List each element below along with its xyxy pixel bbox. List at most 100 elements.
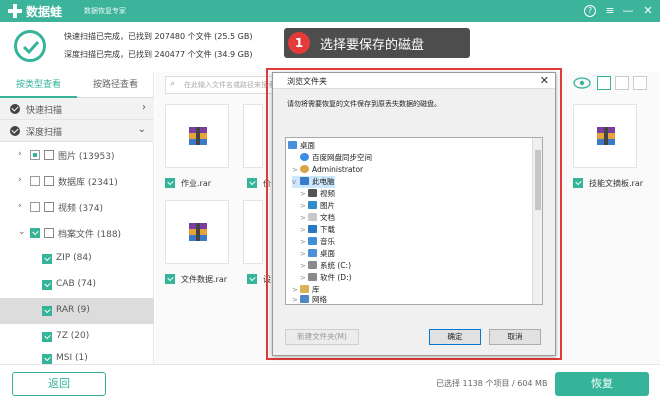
checkbox[interactable] [30, 176, 40, 186]
scrollbar-thumb[interactable] [535, 150, 541, 210]
checkbox[interactable] [247, 178, 257, 188]
chevron-down-icon: ⌄ [137, 124, 146, 135]
folder-tree[interactable]: 桌面 百度网盘同步空间 > Administrator v 此电脑 > 视频 > 图片 … [285, 137, 543, 305]
collapse-icon: v [292, 178, 297, 186]
file-name: 技能文摘板.rar [589, 179, 644, 188]
checkbox[interactable] [30, 228, 40, 238]
group-quick-scan-label: 快速扫描 [26, 106, 63, 116]
folder-node[interactable]: > 下载 [300, 224, 335, 236]
tree-item-msi[interactable]: MSI (1) [0, 346, 154, 364]
collapse-icon[interactable]: ⌄ [18, 227, 26, 237]
folder-node-this-pc[interactable]: v 此电脑 [292, 176, 335, 188]
tree-item-video[interactable]: › 视频 (374) [0, 194, 154, 220]
folder-node[interactable]: 桌面 [288, 140, 315, 152]
file-thumbnail[interactable] [573, 104, 637, 168]
file-thumbnail[interactable] [243, 104, 263, 168]
category-panel: 按类型查看 按路径查看 快速扫描 › 深度扫描 ⌄ › 图片 (13953) ›… [0, 72, 154, 364]
scan-complete-icon [14, 30, 46, 62]
expand-icon[interactable]: › [18, 175, 22, 185]
tree-item-cab[interactable]: CAB (74) [0, 272, 154, 298]
file-thumbnail[interactable] [165, 104, 229, 168]
checkbox[interactable] [573, 178, 583, 188]
checkbox[interactable] [30, 202, 40, 212]
checkbox[interactable] [42, 280, 52, 290]
user-icon [300, 165, 309, 173]
expand-icon[interactable]: › [18, 201, 22, 211]
search-placeholder: 在此输入文件名或路径来搜索 [184, 81, 275, 89]
checkbox[interactable] [42, 254, 52, 264]
music-icon [308, 237, 317, 245]
expand-icon: > [300, 274, 306, 282]
file-thumbnail[interactable] [243, 200, 263, 264]
tree-item-images[interactable]: › 图片 (13953) [0, 142, 154, 168]
detail-view-icon[interactable] [633, 76, 647, 90]
tree-item-label: 视频 (374) [58, 204, 104, 214]
checkbox[interactable] [30, 150, 40, 160]
new-folder-button[interactable]: 新建文件夹(M) [285, 329, 359, 345]
ok-button[interactable]: 确定 [429, 329, 481, 345]
checkbox[interactable] [247, 274, 257, 284]
folder-node[interactable]: > 文档 [300, 212, 335, 224]
cancel-button[interactable]: 取消 [489, 329, 541, 345]
folder-node[interactable]: > 音乐 [300, 236, 335, 248]
folder-node[interactable]: > 图片 [300, 200, 335, 212]
folder-icon [44, 228, 54, 238]
dialog-close-icon[interactable]: ✕ [540, 74, 549, 87]
tree-item-label: 数据库 (2341) [58, 178, 118, 188]
quick-scan-status: 快速扫描已完成，已找到 207480 个文件 (25.5 GB) [64, 32, 253, 41]
folder-node[interactable]: > Administrator [292, 164, 363, 176]
dialog-title: 浏览文件夹 [287, 77, 327, 86]
minimize-button[interactable]: — [620, 3, 636, 19]
checkbox[interactable] [165, 274, 175, 284]
group-quick-scan[interactable]: 快速扫描 › [0, 98, 154, 120]
expand-icon: > [300, 214, 306, 222]
step-tooltip: 1 选择要保存的磁盘 [284, 28, 470, 58]
file-name: 文件数据.rar [181, 275, 228, 284]
help-button[interactable]: ? [584, 5, 596, 17]
folder-icon [44, 176, 54, 186]
group-deep-scan-label: 深度扫描 [26, 128, 63, 138]
expand-icon: > [300, 250, 306, 258]
computer-icon [300, 177, 309, 185]
drive-icon [308, 261, 317, 269]
close-button[interactable]: ✕ [640, 3, 656, 19]
checkbox[interactable] [165, 178, 175, 188]
grid-view-icon[interactable] [597, 76, 611, 90]
folder-node[interactable]: 百度网盘同步空间 [300, 152, 372, 164]
group-deep-scan[interactable]: 深度扫描 ⌄ [0, 120, 154, 142]
back-button[interactable]: 返回 [12, 372, 106, 396]
expand-icon: > [300, 190, 306, 198]
list-view-icon[interactable] [615, 76, 629, 90]
library-icon [300, 285, 309, 293]
expand-icon: > [300, 226, 306, 234]
check-circle-icon [10, 126, 20, 136]
folder-node[interactable]: > 桌面 [300, 248, 335, 260]
expand-icon: > [292, 296, 298, 304]
tree-item-database[interactable]: › 数据库 (2341) [0, 168, 154, 194]
expand-icon[interactable]: › [18, 149, 22, 159]
tree-item-zip[interactable]: ZIP (84) [0, 246, 154, 272]
app-logo-icon [8, 4, 22, 18]
checkbox[interactable] [42, 306, 52, 316]
menu-button[interactable]: ≡ [602, 3, 618, 19]
title-bar: 数据蛙 数据恢复专家 ? ≡ — ✕ [0, 0, 660, 22]
folder-node[interactable]: > 网络 [292, 294, 327, 306]
tab-by-path[interactable]: 按路径查看 [77, 72, 154, 98]
folder-node[interactable]: > 系统 (C:) [300, 260, 351, 272]
tree-item-rar[interactable]: RAR (9) [0, 298, 154, 324]
preview-eye-icon[interactable] [573, 76, 591, 90]
tab-by-type[interactable]: 按类型查看 [0, 72, 77, 98]
tree-item-archives[interactable]: ⌄ 档案文件 (188) [0, 220, 154, 246]
checkbox[interactable] [42, 332, 52, 342]
dialog-title-bar: 浏览文件夹 ✕ [273, 73, 555, 89]
selection-info: 已选择 1138 个项目 / 604 MB [436, 379, 548, 388]
folder-node[interactable]: > 软件 (D:) [300, 272, 352, 284]
recover-button[interactable]: 恢复 [555, 372, 649, 396]
folder-node[interactable]: > 视频 [300, 188, 335, 200]
checkbox[interactable] [42, 354, 52, 364]
folder-tree-scrollbar[interactable] [532, 138, 542, 304]
file-thumbnail[interactable] [165, 200, 229, 264]
folder-icon [44, 150, 54, 160]
tree-item-label: CAB (74) [56, 279, 96, 289]
expand-icon: > [300, 202, 306, 210]
